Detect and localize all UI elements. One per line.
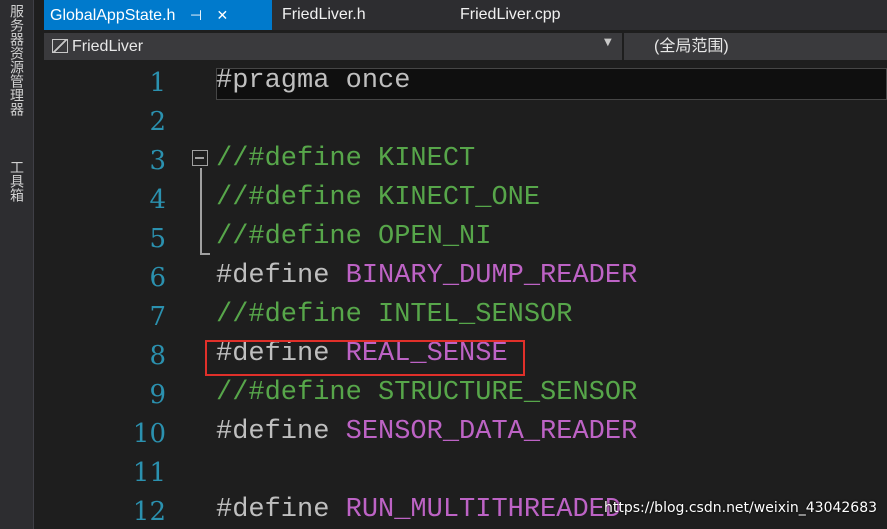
line-number: 8 xyxy=(149,341,166,371)
document-tabs: GlobalAppState.h ⊣ ✕ FriedLiver.h FriedL… xyxy=(44,0,887,30)
code-line[interactable]: //#define STRUCTURE_SENSOR xyxy=(216,378,637,408)
code-line[interactable]: //#define INTEL_SENSOR xyxy=(216,300,572,330)
line-number: 7 xyxy=(149,302,166,332)
keyword-token: #define xyxy=(216,261,346,291)
project-dropdown[interactable]: FriedLiver xyxy=(52,35,143,59)
chevron-down-icon[interactable]: ▼ xyxy=(604,37,612,48)
fold-guide-end xyxy=(200,253,210,255)
project-icon xyxy=(52,39,68,53)
code-line[interactable]: #pragma once xyxy=(216,66,410,96)
code-line[interactable]: //#define KINECT xyxy=(216,144,475,174)
line-number: 3 xyxy=(149,146,166,176)
line-number: 11 xyxy=(132,458,166,488)
line-number: 1 xyxy=(149,68,166,98)
divider xyxy=(622,33,624,61)
line-number: 10 xyxy=(132,419,166,449)
code-line[interactable]: #define BINARY_DUMP_READER xyxy=(216,261,637,291)
tab-globalappstate[interactable]: GlobalAppState.h ⊣ ✕ xyxy=(44,0,272,30)
navigation-bar: FriedLiver ▼ (全局范围) xyxy=(44,32,887,61)
line-number: 6 xyxy=(149,263,166,293)
collapse-icon[interactable] xyxy=(192,150,208,166)
code-editor[interactable] xyxy=(44,60,887,529)
code-line[interactable]: #define RUN_MULTITHREADED xyxy=(216,495,621,525)
code-line[interactable]: //#define KINECT_ONE xyxy=(216,183,540,213)
macro-token: BINARY_DUMP_READER xyxy=(345,261,638,291)
comment-token: //#define KINECT_ONE xyxy=(216,183,541,213)
pin-icon[interactable]: ⊣ xyxy=(190,0,202,30)
code-line[interactable]: //#define OPEN_NI xyxy=(216,222,491,252)
line-number: 5 xyxy=(149,224,166,254)
comment-token: //#define OPEN_NI xyxy=(216,222,492,252)
comment-token: //#define KINECT xyxy=(216,144,476,174)
tab-friedliver-h[interactable]: FriedLiver.h xyxy=(282,0,366,30)
close-icon[interactable]: ✕ xyxy=(217,0,229,30)
fold-guide xyxy=(200,168,202,254)
server-explorer-tab[interactable]: 服务器资源管理器 xyxy=(6,4,26,116)
keyword-token: #pragma once xyxy=(216,66,411,96)
comment-token: //#define INTEL_SENSOR xyxy=(216,300,573,330)
line-number: 2 xyxy=(149,107,166,137)
macro-token: RUN_MULTITHREADED xyxy=(345,495,622,525)
macro-token: SENSOR_DATA_READER xyxy=(345,417,638,447)
project-label: FriedLiver xyxy=(72,38,144,55)
tab-label: FriedLiver.cpp xyxy=(460,6,561,23)
toolbox-tab[interactable]: 工具箱 xyxy=(6,160,26,202)
tab-label: FriedLiver.h xyxy=(282,6,366,23)
line-number: 9 xyxy=(149,380,166,410)
side-panel: 服务器资源管理器 工具箱 xyxy=(0,0,34,529)
code-line[interactable]: #define SENSOR_DATA_READER xyxy=(216,417,637,447)
line-number: 4 xyxy=(149,185,166,215)
annotation-box xyxy=(205,340,525,376)
watermark: https://blog.csdn.net/weixin_43042683 xyxy=(604,500,878,516)
scope-dropdown[interactable]: (全局范围) xyxy=(654,35,729,59)
keyword-token: #define xyxy=(216,417,346,447)
tab-label: GlobalAppState.h xyxy=(50,7,176,24)
keyword-token: #define xyxy=(216,495,346,525)
line-number: 12 xyxy=(132,497,166,527)
comment-token: //#define STRUCTURE_SENSOR xyxy=(216,378,638,408)
tab-friedliver-cpp[interactable]: FriedLiver.cpp xyxy=(460,0,561,30)
